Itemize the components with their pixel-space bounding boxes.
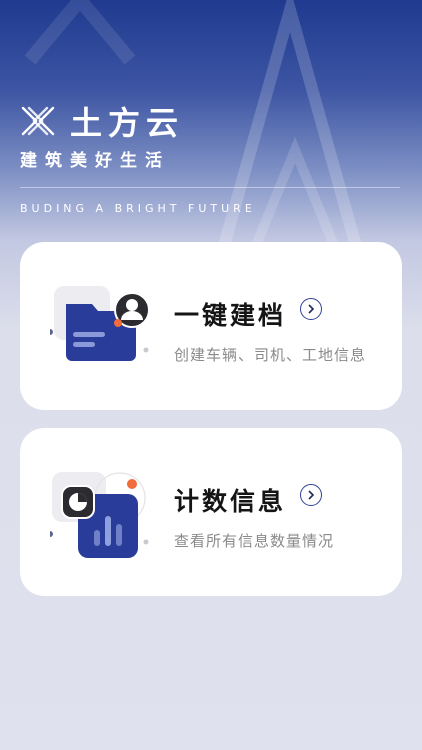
brand-header: 土方云 — [20, 98, 184, 144]
card-description: 查看所有信息数量情况 — [174, 532, 335, 550]
card-title: 计数信息 — [174, 487, 287, 516]
chevron-right-icon — [308, 490, 315, 500]
slogan: 建筑美好生活 — [20, 151, 170, 171]
open-create-record-button[interactable] — [300, 298, 322, 320]
folder-user-icon — [50, 286, 150, 361]
open-statistics-button[interactable] — [300, 484, 322, 506]
create-record-card[interactable]: 一键建档 创建车辆、司机、工地信息 — [20, 242, 402, 410]
logo-icon — [21, 106, 55, 136]
card-title: 一键建档 — [174, 301, 287, 330]
header-divider — [20, 187, 400, 188]
app-title: 土方云 — [70, 104, 185, 142]
chevron-right-icon — [308, 304, 315, 314]
statistics-card[interactable]: 计数信息 查看所有信息数量情况 — [20, 428, 402, 596]
card-description: 创建车辆、司机、工地信息 — [174, 346, 367, 364]
chart-stats-icon — [50, 472, 149, 558]
tagline: BUDING A BRIGHT FUTURE — [20, 202, 256, 215]
